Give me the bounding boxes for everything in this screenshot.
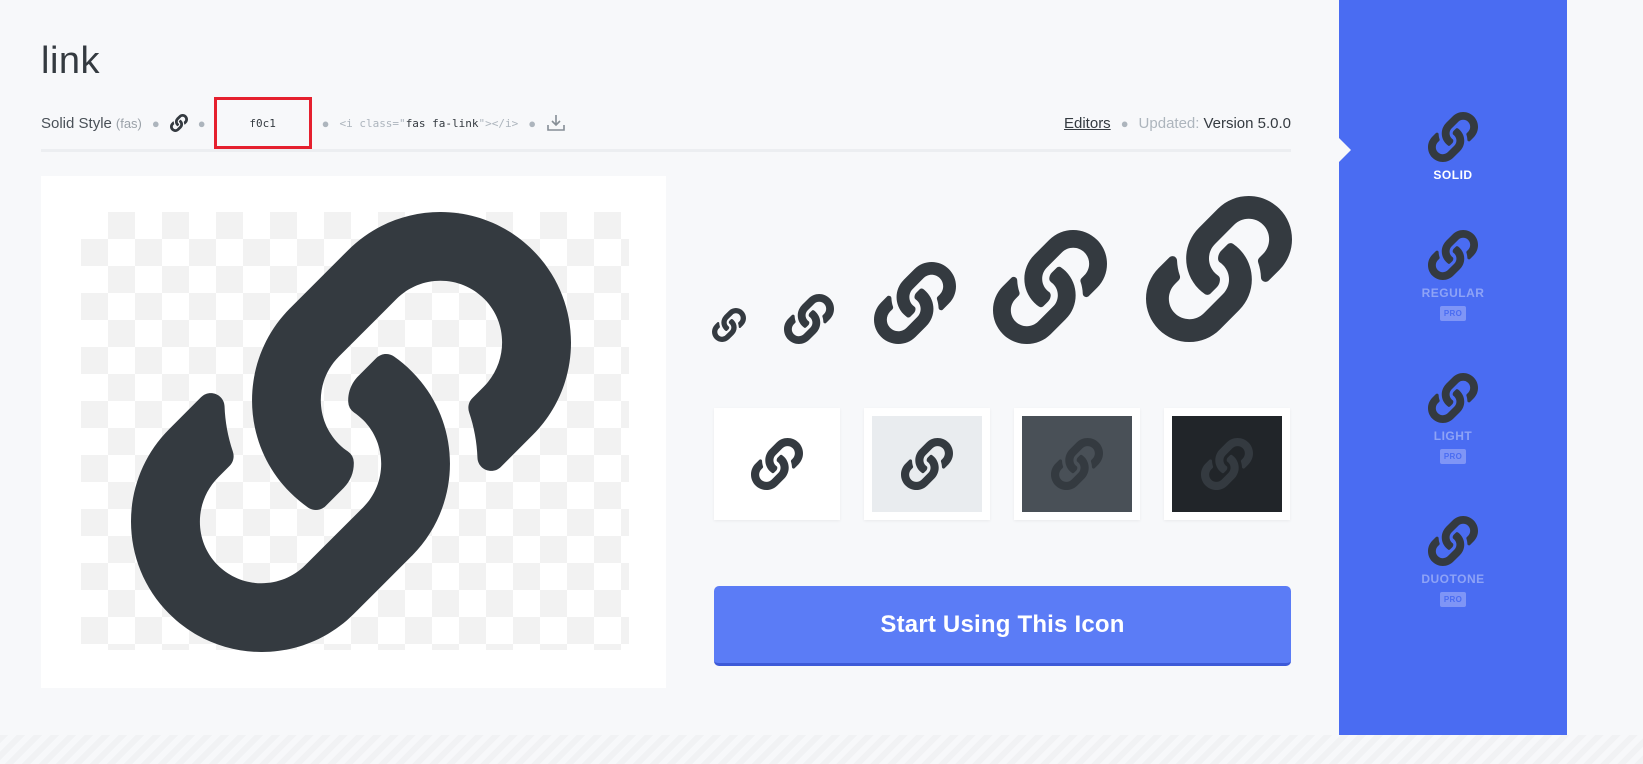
swatch-inner xyxy=(872,416,982,512)
link-icon xyxy=(1428,112,1478,162)
active-style-notch xyxy=(1339,138,1351,162)
link-icon xyxy=(1051,438,1103,490)
size-previews xyxy=(700,190,1295,350)
icon-meta-bar: Solid Style (fas) ● ● f0c1 ● <i class="f… xyxy=(41,97,1291,149)
swatch-inner xyxy=(1172,416,1282,512)
swatch-inner xyxy=(1022,416,1132,512)
editors-link[interactable]: Editors xyxy=(1064,115,1111,132)
version-value: Version 5.0.0 xyxy=(1203,114,1291,132)
right-gutter xyxy=(1567,0,1643,735)
link-icon xyxy=(1201,438,1253,490)
html-snippet[interactable]: <i class="fas fa-link"></i> xyxy=(339,117,518,130)
pro-badge: PRO xyxy=(1439,592,1467,607)
link-icon xyxy=(1428,516,1478,566)
divider xyxy=(41,149,1291,152)
swatch-gray xyxy=(1014,408,1140,520)
download-icon[interactable] xyxy=(546,114,566,132)
swatch-white xyxy=(714,408,840,520)
style-option-regular[interactable]: REGULAR PRO xyxy=(1339,230,1567,321)
link-icon xyxy=(131,212,571,652)
style-option-duotone[interactable]: DUOTONE PRO xyxy=(1339,516,1567,607)
footer-stripes xyxy=(0,735,1643,764)
swatch-light xyxy=(864,408,990,520)
style-option-light[interactable]: LIGHT PRO xyxy=(1339,373,1567,464)
link-icon[interactable] xyxy=(169,114,188,132)
link-icon xyxy=(712,308,746,342)
pro-badge: PRO xyxy=(1439,449,1467,464)
style-name: Solid Style xyxy=(41,114,112,132)
style-prefix: (fas) xyxy=(115,115,142,131)
swatch-inner xyxy=(722,416,832,512)
link-icon xyxy=(874,262,956,344)
updated-label: Updated: xyxy=(1138,114,1200,132)
icon-detail-main: link Solid Style (fas) ● ● f0c1 ● <i cla… xyxy=(0,0,1339,735)
link-icon xyxy=(1146,196,1292,342)
unicode-highlight-box[interactable]: f0c1 xyxy=(213,97,312,149)
link-icon xyxy=(901,438,953,490)
page-title: link xyxy=(41,40,101,82)
style-option-solid[interactable]: SOLID xyxy=(1339,112,1567,182)
link-icon xyxy=(1428,230,1478,280)
link-icon xyxy=(784,294,834,344)
unicode-value: f0c1 xyxy=(249,116,276,130)
style-sidebar: SOLID REGULAR PRO LIGHT PRO DUOTONE PRO xyxy=(1339,0,1567,735)
link-icon xyxy=(993,230,1107,344)
link-icon xyxy=(751,438,803,490)
pro-badge: PRO xyxy=(1439,306,1467,321)
preview-card xyxy=(41,176,666,688)
start-using-icon-button[interactable]: Start Using This Icon xyxy=(714,586,1291,666)
link-icon xyxy=(1428,373,1478,423)
swatch-dark xyxy=(1164,408,1290,520)
